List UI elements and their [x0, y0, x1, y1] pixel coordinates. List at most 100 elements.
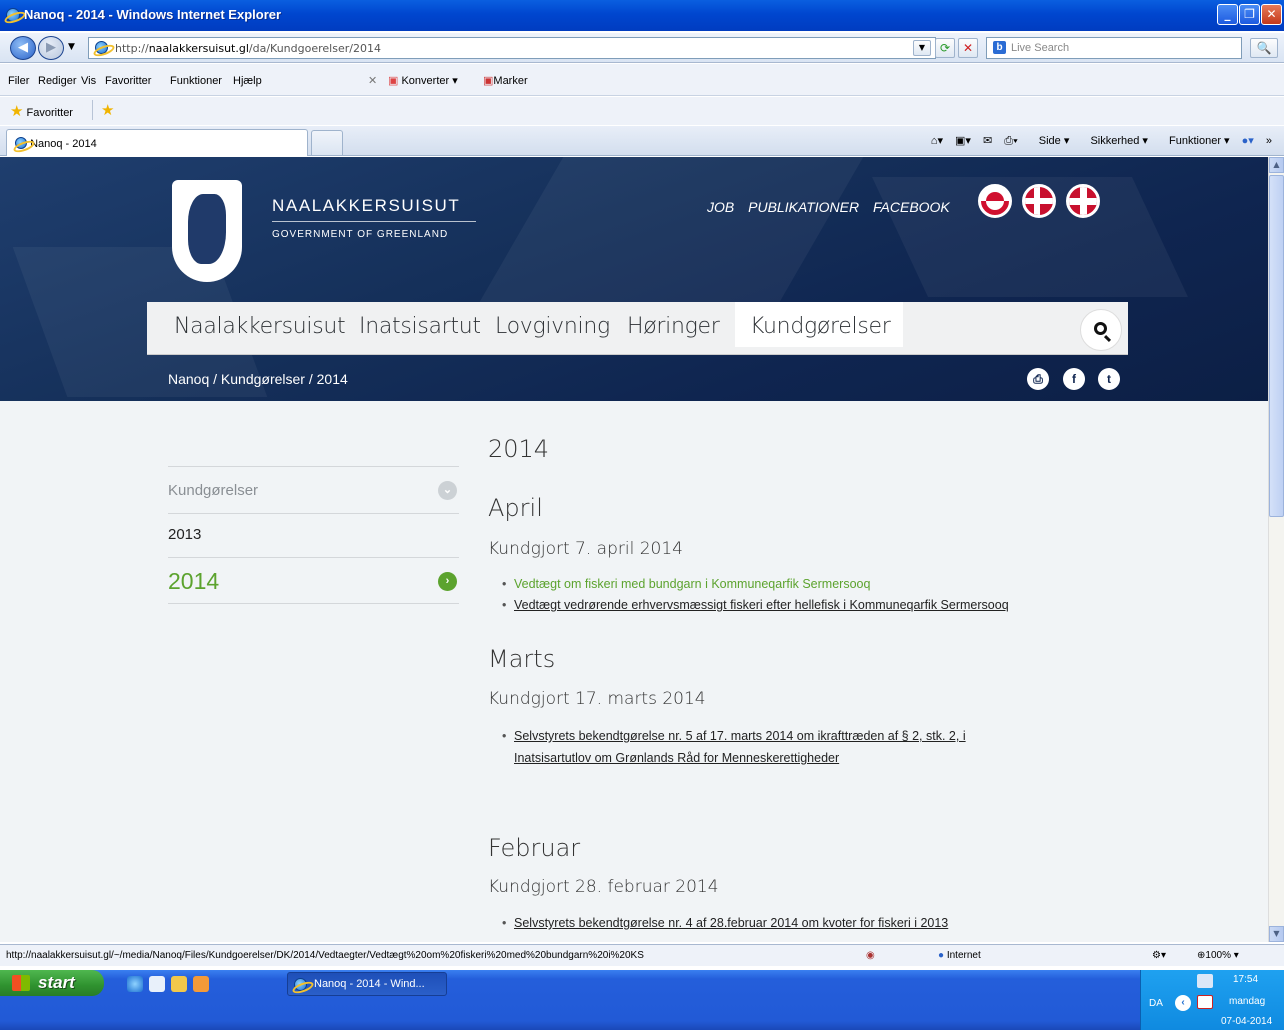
address-field[interactable]: http://naalakkersuisut.gl/da/Kundgoerels… — [88, 37, 936, 59]
add-favorite-icon[interactable]: ★ — [101, 101, 114, 119]
favorites-button[interactable]: ★ Favoritter — [10, 102, 73, 120]
facebook-share-icon[interactable]: f — [1063, 368, 1085, 390]
refresh-button[interactable]: ⟳ — [935, 38, 955, 58]
language-indicator[interactable]: DA — [1149, 998, 1163, 1009]
announcement-link[interactable]: • Vedtægt om fiskeri med bundgarn i Kommu… — [502, 574, 871, 595]
command-bar: ⌂▾ ▣▾ ✉ ⎙▾ Side ▾ Sikkerhed ▾ Funktioner… — [922, 134, 1272, 148]
site-header: NAALAKKERSUISUT GOVERNMENT OF GREENLAND … — [0, 157, 1268, 401]
quicklaunch-folder-icon[interactable] — [171, 976, 187, 992]
mail-icon[interactable]: ✉ — [983, 135, 992, 147]
nav-item-lovgivning[interactable]: Lovgivning — [495, 314, 610, 339]
home-icon[interactable]: ⌂▾ — [931, 135, 943, 147]
clock-date: 07-04-2014 — [1221, 1016, 1273, 1027]
stop-button[interactable]: ✕ — [958, 38, 978, 58]
security-menu[interactable]: Sikkerhed ▾ — [1081, 135, 1148, 147]
security-menu-label: Sikkerhed — [1090, 135, 1140, 147]
top-link-publications[interactable]: PUBLIKATIONER — [748, 199, 859, 215]
status-bar: http://naalakkersuisut.gl/~/media/Nanoq/… — [0, 944, 1284, 966]
window-title: Nanoq - 2014 - Windows Internet Explorer — [24, 7, 282, 22]
sidebar-item-2014[interactable]: 2014 › — [168, 557, 459, 604]
announcement-link-text: Selvstyrets bekendtgørelse nr. 4 af 28.f… — [514, 916, 949, 930]
tray-expand-icon[interactable]: ‹ — [1175, 995, 1191, 1011]
print-icon[interactable]: ⎙▾ — [1004, 135, 1017, 147]
scroll-thumb[interactable] — [1269, 175, 1284, 517]
window-titlebar[interactable]: Nanoq - 2014 - Windows Internet Explorer… — [0, 0, 1284, 31]
clock-time[interactable]: 17:54 — [1233, 974, 1258, 985]
protected-mode-icon[interactable]: ⚙▾ — [1152, 950, 1166, 961]
menu-file[interactable]: Filer — [8, 75, 29, 87]
search-input[interactable]: b Live Search — [986, 37, 1242, 59]
brand-title[interactable]: NAALAKKERSUISUT — [272, 196, 460, 216]
menu-favorites[interactable]: Favoritter — [105, 75, 151, 87]
menu-edit[interactable]: Rediger — [38, 75, 77, 87]
tools-menu-label: Funktioner — [1169, 135, 1221, 147]
greenlandic-flag-icon[interactable] — [978, 184, 1012, 218]
tools-menu[interactable]: Funktioner ▾ — [1160, 135, 1230, 147]
breadcrumb[interactable]: Nanoq / Kundgørelser / 2014 — [168, 371, 348, 387]
help-icon[interactable]: ●▾ — [1242, 135, 1254, 147]
month-heading-marts: Marts — [488, 645, 556, 673]
url-prefix: http:// — [115, 42, 149, 55]
vertical-scrollbar[interactable]: ▲ ▼ — [1268, 157, 1284, 942]
tab-nanoq-2014[interactable]: Nanoq - 2014 — [6, 129, 308, 156]
announcement-link-text: Selvstyrets bekendtgørelse nr. 5 af 17. … — [514, 729, 966, 743]
search-button[interactable]: 🔍 — [1250, 38, 1278, 58]
danish-flag-icon[interactable] — [1022, 184, 1056, 218]
quicklaunch-app-icon[interactable] — [193, 976, 209, 992]
feeds-icon[interactable]: ▣▾ — [955, 135, 971, 147]
taskbar-window-ie[interactable]: Nanoq - 2014 - Wind... — [287, 972, 447, 996]
scroll-up-button[interactable]: ▲ — [1269, 157, 1284, 173]
address-dropdown-button[interactable]: ▼ — [913, 40, 931, 56]
announcement-link[interactable]: • Selvstyrets bekendtgørelse nr. 5 af 17.… — [502, 726, 966, 747]
scroll-down-button[interactable]: ▼ — [1269, 926, 1284, 942]
toolbar-close-icon[interactable]: ✕ — [368, 72, 377, 90]
start-button[interactable]: start — [0, 970, 104, 996]
announcement-link[interactable]: • Selvstyrets bekendtgørelse nr. 4 af 28.… — [502, 913, 949, 934]
convert-icon: ▣ — [388, 75, 399, 87]
nav-item-inatsisartut[interactable]: Inatsisartut — [359, 314, 481, 339]
polar-bear-icon — [188, 194, 226, 264]
print-page-icon[interactable]: ⎙ — [1027, 368, 1049, 390]
menu-help[interactable]: Hjælp — [233, 75, 262, 87]
convert-button[interactable]: ▣ Konverter ▾ — [388, 72, 458, 90]
page-menu[interactable]: Side ▾ — [1030, 135, 1070, 147]
clock-day: mandag — [1229, 996, 1266, 1007]
history-dropdown-icon[interactable]: ▼ — [68, 42, 75, 52]
top-link-facebook[interactable]: FACEBOOK — [873, 199, 950, 215]
english-flag-icon[interactable] — [1066, 184, 1100, 218]
site-search-button[interactable] — [1080, 309, 1122, 351]
close-button[interactable]: ✕ — [1261, 4, 1282, 25]
brand-divider — [272, 221, 476, 222]
quicklaunch-desktop-icon[interactable] — [149, 976, 165, 992]
status-url: http://naalakkersuisut.gl/~/media/Nanoq/… — [6, 950, 644, 961]
select-button[interactable]: ▣Marker — [483, 72, 528, 90]
security-zone[interactable]: ● Internet — [938, 950, 981, 961]
network-icon[interactable] — [1197, 974, 1213, 988]
sidebar-item-2013[interactable]: 2013 — [168, 513, 459, 557]
top-link-job[interactable]: JOB — [707, 199, 734, 215]
quicklaunch-ie-icon[interactable] — [127, 976, 143, 992]
zoom-control[interactable]: ⊕100% ▾ — [1197, 950, 1239, 961]
twitter-share-icon[interactable]: t — [1098, 368, 1120, 390]
nav-item-naalakkersuisut[interactable]: Naalakkersuisut — [174, 314, 346, 339]
sidebar-item-label: 2013 — [168, 526, 202, 543]
sidebar-heading[interactable]: Kundgørelser ⌄ — [168, 466, 459, 513]
tray-app-icon[interactable] — [1197, 995, 1213, 1009]
announcement-link-text: Inatsisartutlov om Grønlands Råd for Men… — [514, 751, 840, 765]
nav-item-kundgorelser[interactable]: Kundgørelser — [750, 314, 891, 339]
new-tab-button[interactable] — [311, 130, 343, 155]
forward-button[interactable]: ▶ — [38, 36, 64, 60]
main-navigation: Naalakkersuisut Inatsisartut Lovgivning … — [147, 302, 1128, 355]
announcement-link[interactable]: • Vedtægt vedrørende erhvervsmæssigt fisk… — [502, 595, 1009, 616]
chevron-more-icon[interactable]: » — [1266, 135, 1272, 147]
back-button[interactable]: ◀ — [10, 36, 36, 60]
privacy-icon[interactable]: ◉ — [866, 950, 875, 961]
announcement-link[interactable]: Inatsisartutlov om Grønlands Råd for Men… — [514, 748, 839, 769]
minimize-button[interactable]: _ — [1217, 4, 1238, 25]
greenland-coat-of-arms-logo[interactable] — [172, 180, 242, 282]
announcement-link-text: Vedtægt om fiskeri med bundgarn i Kommun… — [514, 577, 871, 591]
maximize-button[interactable]: ❐ — [1239, 4, 1260, 25]
nav-item-horinger[interactable]: Høringer — [627, 314, 720, 339]
menu-tools[interactable]: Funktioner — [170, 75, 222, 87]
menu-view[interactable]: Vis — [81, 75, 96, 87]
